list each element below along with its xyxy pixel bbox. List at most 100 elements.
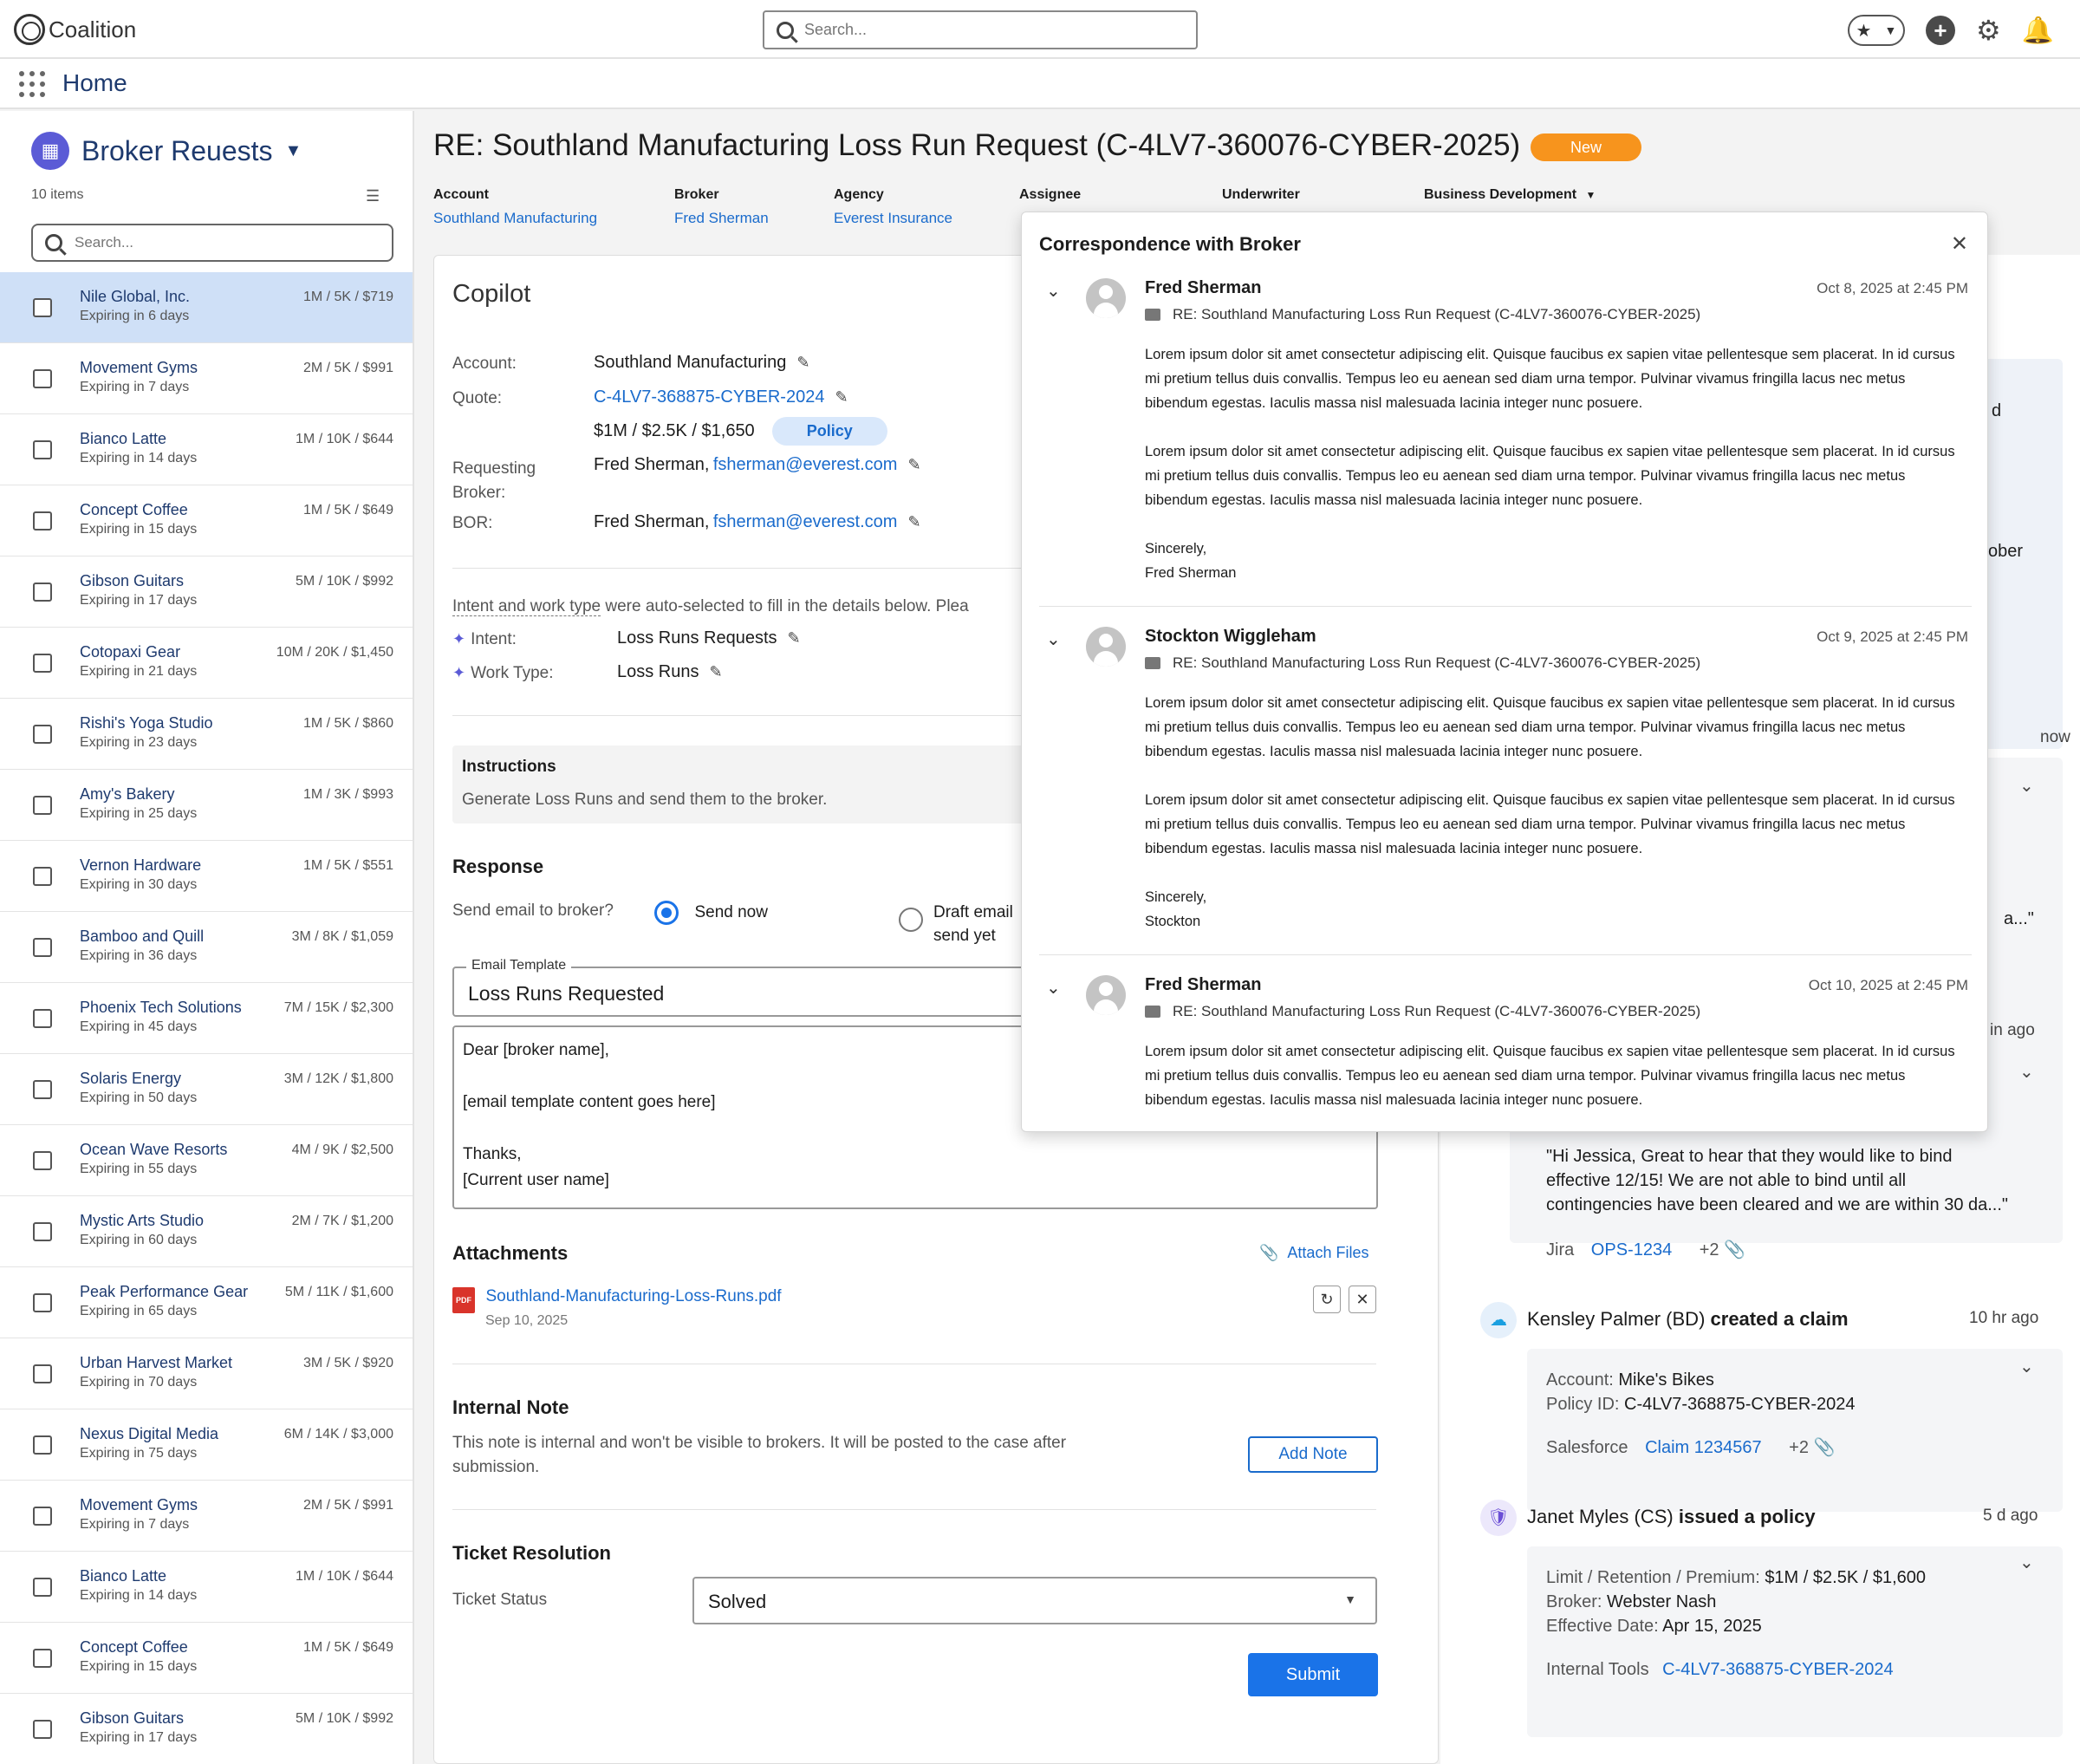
auto-select-note-link[interactable]: Intent and work type (452, 597, 601, 616)
row-checkbox[interactable] (33, 1435, 52, 1455)
chevron-down-icon[interactable]: ⌄ (1046, 977, 1061, 999)
row-checkbox[interactable] (33, 1009, 52, 1028)
add-note-button[interactable]: Add Note (1248, 1436, 1378, 1473)
list-item-expiry: Expiring in 17 days (80, 593, 198, 608)
row-checkbox[interactable] (33, 1578, 52, 1597)
edit-intent-icon[interactable]: ✎ (788, 629, 801, 647)
row-checkbox[interactable] (33, 1507, 52, 1526)
submit-button[interactable]: Submit (1248, 1653, 1378, 1696)
chevron-down-icon[interactable]: ⌄ (2019, 775, 2034, 797)
list-item[interactable]: Amy's Bakery Expiring in 25 days 1M / 3K /… (0, 770, 413, 841)
salesforce-claim-link[interactable]: Claim 1234567 (1645, 1438, 1762, 1457)
attachments-title: Attachments (452, 1242, 569, 1264)
row-checkbox[interactable] (33, 440, 52, 459)
list-view-switcher[interactable]: ▦ Broker Reuests ▼ (31, 132, 302, 170)
row-checkbox[interactable] (33, 1080, 52, 1099)
list-item[interactable]: Urban Harvest Market Expiring in 70 days 3… (0, 1338, 413, 1409)
list-item-name: Phoenix Tech Solutions (80, 999, 242, 1016)
account-link[interactable]: Southland Manufacturing (433, 210, 597, 227)
remove-attachment-button[interactable]: ✕ (1349, 1286, 1376, 1313)
list-item[interactable]: Bianco Latte Expiring in 14 days 1M / 10K … (0, 1552, 413, 1623)
global-search[interactable] (763, 10, 1198, 49)
row-checkbox[interactable] (33, 1293, 52, 1312)
chevron-down-icon[interactable]: ⌄ (2019, 1552, 2034, 1573)
plus-icon[interactable]: + (1925, 16, 1955, 45)
list-item[interactable]: Mystic Arts Studio Expiring in 60 days 2M … (0, 1196, 413, 1267)
send-now-radio[interactable]: Send now (654, 901, 768, 925)
broker-link[interactable]: Fred Sherman (674, 210, 769, 227)
chevron-down-icon[interactable]: ⌄ (1046, 628, 1061, 650)
bor-email[interactable]: fsherman@everest.com (713, 512, 898, 531)
list-item[interactable]: Ocean Wave Resorts Expiring in 55 days 4M … (0, 1125, 413, 1196)
list-item[interactable]: Solaris Energy Expiring in 50 days 3M / 12… (0, 1054, 413, 1125)
edit-requesting-broker-icon[interactable]: ✎ (907, 456, 920, 473)
edit-quote-icon[interactable]: ✎ (835, 388, 848, 406)
list-item[interactable]: Peak Performance Gear Expiring in 65 days… (0, 1267, 413, 1338)
chevron-down-icon[interactable]: ⌄ (2019, 1356, 2034, 1377)
list-item-pricing: 1M / 5K / $551 (302, 858, 393, 873)
row-checkbox[interactable] (33, 1649, 52, 1668)
row-checkbox[interactable] (33, 1151, 52, 1170)
global-search-input[interactable] (804, 21, 1151, 39)
list-item[interactable]: Nile Global, Inc. Expiring in 6 days 1M / … (0, 272, 413, 343)
favorites-button[interactable]: ★ ▼ (1847, 15, 1905, 46)
row-checkbox[interactable] (33, 1222, 52, 1241)
row-checkbox[interactable] (33, 796, 52, 815)
edit-account-icon[interactable]: ✎ (796, 354, 809, 371)
avatar (1086, 975, 1126, 1015)
list-item[interactable]: Gibson Guitars Expiring in 17 days 5M / 10… (0, 1694, 413, 1764)
list-item[interactable]: Concept Coffee Expiring in 15 days 1M / 5K… (0, 485, 413, 557)
list-item-name: Solaris Energy (80, 1070, 182, 1087)
jira-link[interactable]: OPS-1234 (1591, 1240, 1672, 1260)
row-checkbox[interactable] (33, 511, 52, 531)
row-checkbox[interactable] (33, 654, 52, 673)
ticket-status-select[interactable]: Solved ▼ (692, 1577, 1377, 1624)
list-item[interactable]: Concept Coffee Expiring in 15 days 1M / 5K… (0, 1623, 413, 1694)
list-item[interactable]: Rishi's Yoga Studio Expiring in 23 days 1M… (0, 699, 413, 770)
coalition-logo[interactable]: Coalition (14, 14, 136, 45)
requesting-broker-email[interactable]: fsherman@everest.com (713, 455, 898, 474)
quote-link[interactable]: C-4LV7-368875-CYBER-2024 (594, 387, 824, 407)
row-checkbox[interactable] (33, 583, 52, 602)
edit-work-type-icon[interactable]: ✎ (710, 663, 723, 680)
chevron-down-icon[interactable]: ⌄ (2019, 1061, 2034, 1083)
list-item[interactable]: Phoenix Tech Solutions Expiring in 45 day… (0, 983, 413, 1054)
row-checkbox[interactable] (33, 369, 52, 388)
list-item[interactable]: Nexus Digital Media Expiring in 75 days 6M… (0, 1409, 413, 1481)
email-template-select[interactable]: Email Template Loss Runs Requested (452, 958, 1076, 1017)
attachment-file-link[interactable]: Southland-Manufacturing-Loss-Runs.pdf (485, 1287, 781, 1305)
row-checkbox[interactable] (33, 725, 52, 744)
row-checkbox[interactable] (33, 1720, 52, 1739)
chevron-down-icon[interactable]: ⌄ (1046, 280, 1061, 302)
business-development-dropdown[interactable]: Business Development ▼ (1424, 187, 1596, 203)
bell-icon[interactable]: 🔔 (2022, 16, 2054, 46)
assignee-label: Assignee (1019, 187, 1082, 202)
list-item-expiry: Expiring in 15 days (80, 1659, 198, 1674)
row-checkbox[interactable] (33, 298, 52, 317)
agency-link[interactable]: Everest Insurance (834, 210, 952, 227)
gear-icon[interactable]: ⚙ (1976, 14, 2001, 47)
filter-icon[interactable]: ☰ (366, 187, 380, 205)
list-item[interactable]: Gibson Guitars Expiring in 17 days 5M / 10… (0, 557, 413, 628)
policy-pill: Policy (771, 417, 887, 446)
list-item[interactable]: Cotopaxi Gear Expiring in 21 days 10M / 20… (0, 628, 413, 699)
app-launcher-icon[interactable] (19, 71, 45, 97)
row-checkbox[interactable] (33, 867, 52, 886)
close-icon[interactable]: ✕ (1951, 231, 1968, 257)
row-checkbox[interactable] (33, 1364, 52, 1383)
attach-files-button[interactable]: 📎 Attach Files (1259, 1244, 1368, 1262)
list-item[interactable]: Vernon Hardware Expiring in 30 days 1M / 5… (0, 841, 413, 912)
message-subject-row: RE: Southland Manufacturing Loss Run Req… (1145, 654, 1700, 672)
internal-tools-link[interactable]: C-4LV7-368875-CYBER-2024 (1662, 1660, 1893, 1679)
list-search-input[interactable] (75, 234, 369, 251)
list-item[interactable]: Movement Gyms Expiring in 7 days 2M / 5K /… (0, 343, 413, 414)
list-item[interactable]: Bianco Latte Expiring in 14 days 1M / 10K … (0, 414, 413, 485)
list-item[interactable]: Movement Gyms Expiring in 7 days 2M / 5K /… (0, 1481, 413, 1552)
list-item-pricing: 5M / 10K / $992 (296, 1711, 393, 1726)
send-now-label: Send now (694, 903, 768, 921)
row-checkbox[interactable] (33, 938, 52, 957)
edit-bor-icon[interactable]: ✎ (907, 513, 920, 531)
list-item[interactable]: Bamboo and Quill Expiring in 36 days 3M / … (0, 912, 413, 983)
refresh-attachment-button[interactable]: ↻ (1313, 1286, 1341, 1313)
list-search[interactable] (31, 224, 393, 262)
